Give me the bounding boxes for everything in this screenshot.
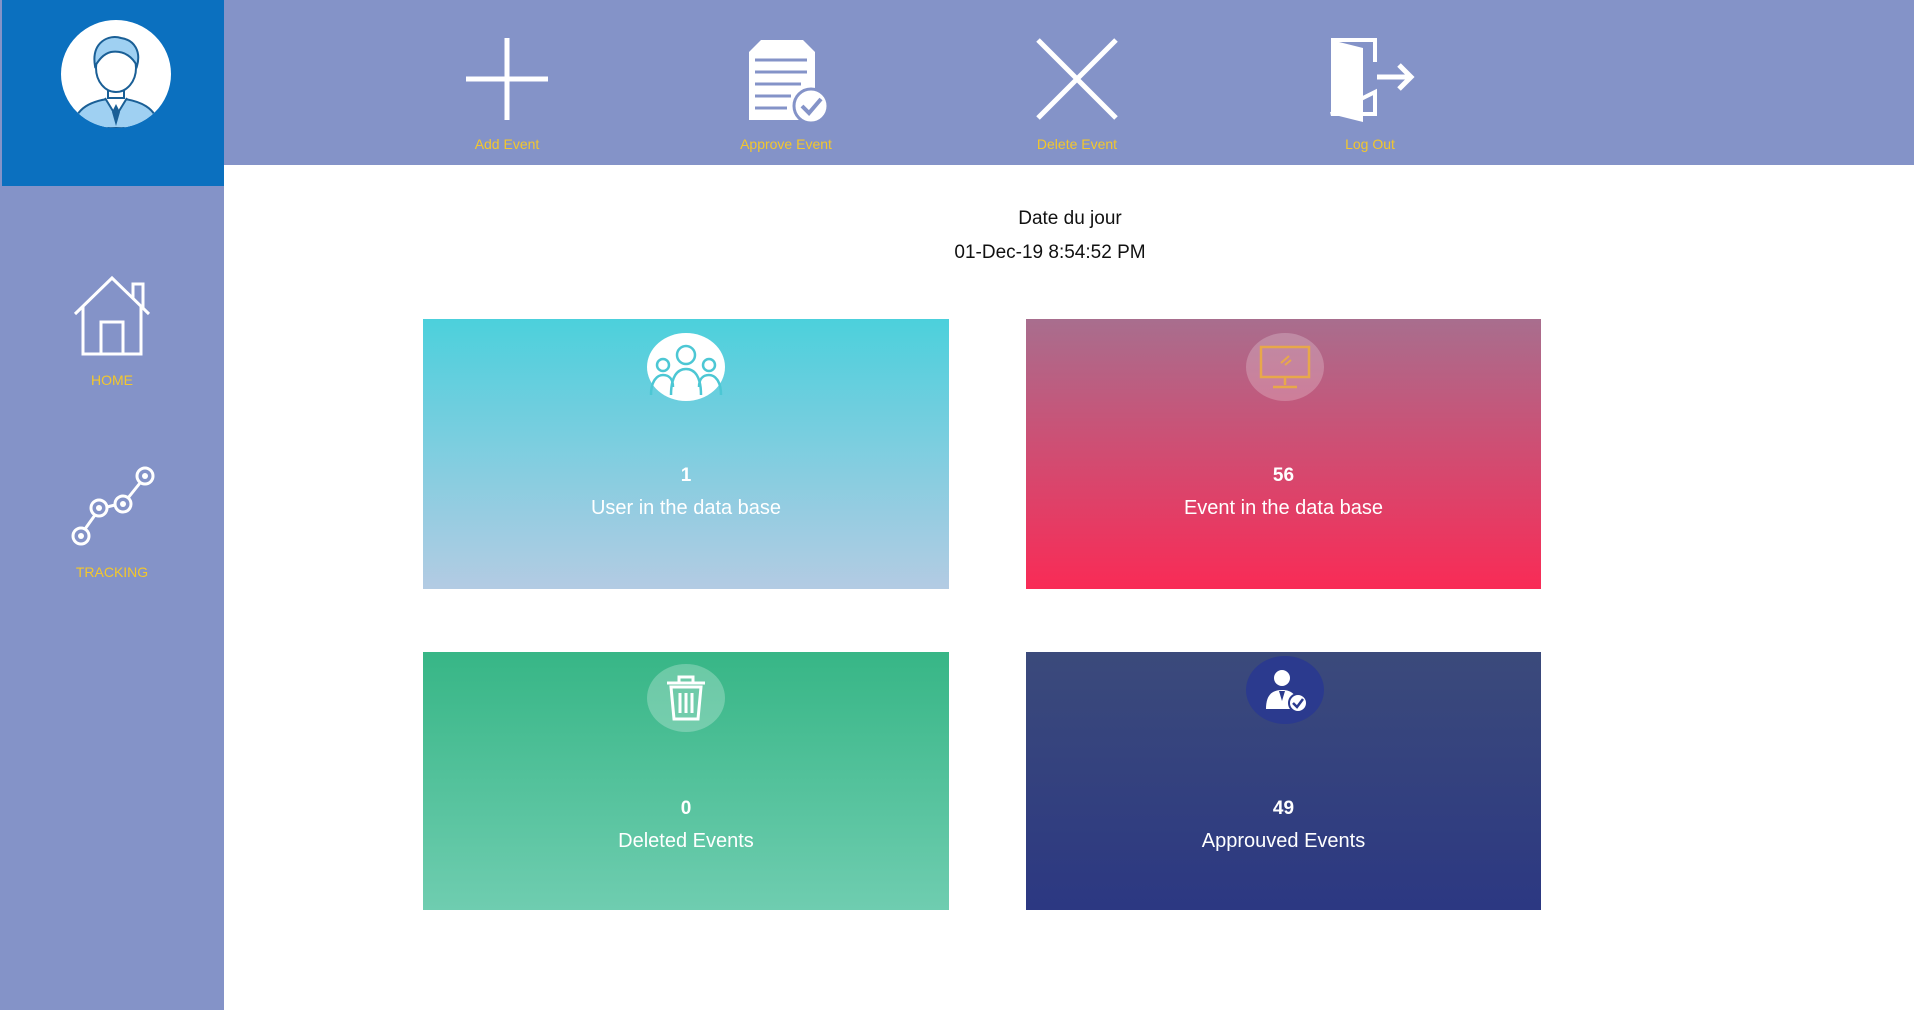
deleted-events-label: Deleted Events [618, 830, 754, 852]
tracking-icon [71, 466, 155, 546]
approved-user-icon [1246, 656, 1324, 724]
sidebar-item-label: TRACKING [75, 564, 149, 580]
users-label: User in the data base [590, 497, 782, 519]
approved-events-label: Approuved Events [1201, 830, 1366, 852]
users-card[interactable]: 1 User in the data base [423, 319, 949, 589]
document-check-icon [749, 40, 830, 124]
deleted-events-card[interactable]: 0 Deleted Events [423, 652, 949, 910]
add-event-button[interactable]: Add Event [417, 34, 597, 152]
sidebar-item-label: HOME [91, 372, 133, 388]
events-label: Event in the data base [1183, 497, 1384, 519]
users-icon [647, 333, 725, 401]
sidebar-item-home[interactable]: HOME [0, 270, 224, 388]
date-value: 01-Dec-19 8:54:52 PM [954, 242, 1146, 263]
trash-icon [647, 664, 725, 732]
x-icon [1036, 38, 1118, 120]
log-out-label: Log Out [1345, 136, 1395, 152]
approve-event-button[interactable]: Approve Event [696, 34, 876, 152]
approved-events-card[interactable]: 49 Approuved Events [1026, 652, 1541, 910]
log-out-button[interactable]: Log Out [1280, 34, 1460, 152]
users-count: 1 [680, 465, 692, 486]
sidebar-item-tracking[interactable]: TRACKING [0, 462, 224, 580]
approve-event-label: Approve Event [740, 136, 832, 152]
home-icon [73, 275, 151, 356]
monitor-icon [1246, 333, 1324, 401]
logout-icon [1330, 38, 1415, 122]
add-event-label: Add Event [474, 136, 540, 152]
events-count: 56 [1272, 465, 1295, 486]
avatar-panel [2, 0, 224, 186]
top-toolbar: Add Event Approve Event Delete Event Log… [224, 0, 1914, 165]
date-title: Date du jour [1018, 208, 1122, 229]
user-avatar-icon[interactable] [61, 20, 171, 128]
plus-icon [466, 38, 548, 120]
sidebar: HOME TRACKING [0, 0, 224, 1010]
delete-event-label: Delete Event [1036, 136, 1118, 152]
deleted-events-count: 0 [680, 798, 692, 819]
approved-events-count: 49 [1272, 798, 1295, 819]
events-card[interactable]: 56 Event in the data base [1026, 319, 1541, 589]
delete-event-button[interactable]: Delete Event [987, 34, 1167, 152]
